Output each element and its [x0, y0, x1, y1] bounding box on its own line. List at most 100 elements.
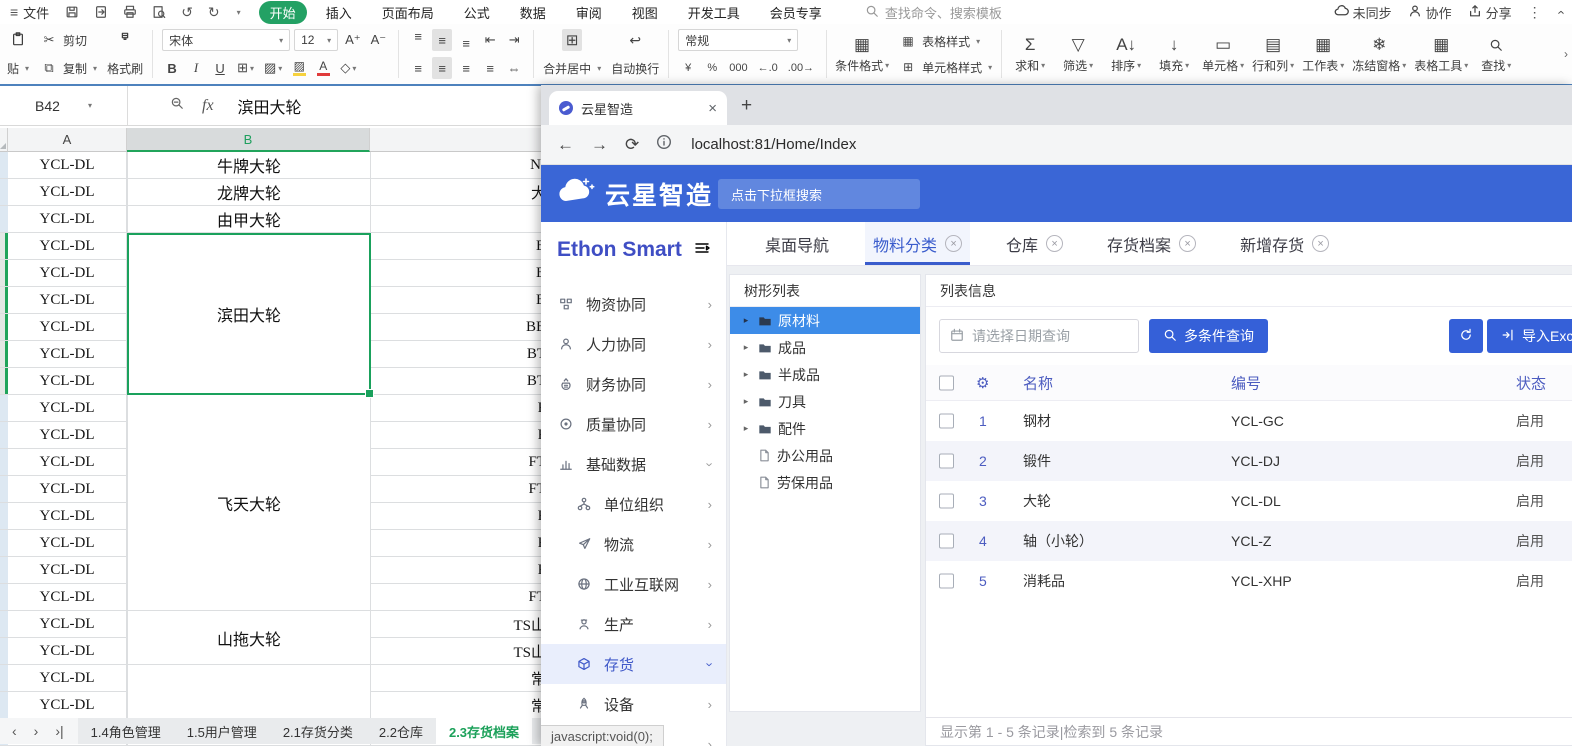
save-icon[interactable] [65, 5, 79, 19]
first-sheet-icon[interactable]: ‹ [12, 723, 17, 739]
select-all-corner[interactable] [0, 128, 8, 152]
font-color-button[interactable]: A [313, 57, 333, 79]
share-button[interactable]: 分享 [1468, 3, 1512, 22]
sidebar-item-物资协同[interactable]: 物资协同› [541, 284, 726, 324]
sheet-tab-2.2仓库[interactable]: 2.2仓库 [366, 718, 436, 744]
back-icon[interactable]: ← [557, 135, 574, 155]
cell-b-merged[interactable]: 由甲大轮 [127, 206, 371, 233]
row-header[interactable] [0, 179, 8, 205]
menu-tab-视图[interactable]: 视图 [621, 1, 669, 24]
last-sheet-icon[interactable]: ›| [55, 723, 63, 739]
tree-item-半成品[interactable]: ▸半成品 [730, 361, 920, 388]
row-header[interactable] [0, 449, 8, 475]
cell-c[interactable]: F [371, 422, 546, 448]
spreadsheet-grid[interactable]: YCL-DL NI YCL-DL 大 YCL-DL ( YCL-DL B YCL-DL B YCL-… [0, 152, 560, 746]
cut-button[interactable]: ✂剪切 [39, 28, 97, 53]
cell-a[interactable]: YCL-DL [8, 422, 127, 448]
row-header[interactable] [0, 557, 8, 583]
ribbon-expand-icon[interactable]: › [1560, 27, 1572, 81]
import-excel-button[interactable]: 导入Excel [1487, 319, 1572, 353]
cell-c[interactable]: B [371, 233, 546, 259]
decrease-font-button[interactable]: A⁻ [368, 29, 390, 51]
increase-font-button[interactable]: A⁺ [342, 29, 364, 51]
table-row[interactable]: 3大轮YCL-DL启用 [926, 481, 1572, 521]
name-box[interactable]: B42 ▾ [0, 86, 128, 125]
cell-c[interactable]: TS山 [371, 611, 546, 637]
menu-tab-公式[interactable]: 公式 [453, 1, 501, 24]
tree-item-原材料[interactable]: ▸原材料 [730, 307, 920, 334]
cell-c[interactable]: B [371, 260, 546, 286]
distribute-icon[interactable]: ⇔ [504, 57, 524, 79]
table-style-button[interactable]: ▦表格样式▾ [898, 30, 992, 52]
column-header-name[interactable]: 名称 [1023, 372, 1053, 393]
select-all-checkbox[interactable] [939, 375, 954, 390]
cell-a[interactable]: YCL-DL [8, 368, 127, 394]
sidebar-item-财务协同[interactable]: 财务协同› [541, 364, 726, 404]
menu-tab-开发工具[interactable]: 开发工具 [677, 1, 751, 24]
cell-c[interactable]: 常 [371, 665, 546, 691]
cell-c[interactable]: TS山 [371, 638, 546, 664]
menu-tab-数据[interactable]: 数据 [509, 1, 557, 24]
tab-物料分类[interactable]: 物料分类× [865, 222, 970, 265]
排序-button[interactable]: A↓排序▾ [1102, 27, 1150, 81]
sidebar-item-单位组织[interactable]: 单位组织› [541, 484, 726, 524]
row-header[interactable] [0, 422, 8, 448]
sidebar-item-工业互联网[interactable]: 工业互联网› [541, 564, 726, 604]
zoom-magnifier-icon[interactable] [170, 96, 184, 115]
number-format-select[interactable]: 常规▾ [678, 29, 798, 51]
copy-button[interactable]: ⧉复制▾ [39, 56, 97, 81]
file-menu[interactable]: ≡ 文件 [10, 3, 49, 22]
new-tab-icon[interactable]: + [741, 95, 752, 117]
refresh-button[interactable] [1449, 319, 1483, 353]
tab-桌面导航[interactable]: 桌面导航 [757, 222, 837, 265]
column-header-code[interactable]: 编号 [1231, 372, 1261, 393]
row-header[interactable] [0, 287, 8, 313]
font-size-select[interactable]: 12▾ [294, 29, 338, 51]
cell-c[interactable]: 大 [371, 179, 546, 205]
cell-a[interactable]: YCL-DL [8, 449, 127, 475]
collaborate-button[interactable]: 协作 [1408, 3, 1452, 22]
justify-icon[interactable]: ≡ [480, 57, 500, 79]
row-checkbox[interactable] [939, 454, 954, 469]
undo-icon[interactable]: ↺ [181, 4, 193, 21]
row-header[interactable] [0, 503, 8, 529]
cell-a[interactable]: YCL-DL [8, 206, 127, 232]
cell-a[interactable]: YCL-DL [8, 233, 127, 259]
tab-close-icon[interactable]: × [1046, 235, 1063, 252]
cell-c[interactable]: F [371, 530, 546, 556]
command-search[interactable]: 查找命令、搜索模板 [865, 3, 1002, 22]
cell-c[interactable]: ( [371, 206, 546, 232]
sheet-tab-2.3存货档案[interactable]: 2.3存货档案 [436, 718, 532, 744]
row-header[interactable] [0, 476, 8, 502]
cell-c[interactable]: F [371, 395, 546, 421]
redo-icon[interactable]: ↻ [208, 4, 220, 21]
wrap-text-button[interactable]: ↩ 自动换行 [606, 27, 664, 81]
cell-a[interactable]: YCL-DL [8, 584, 127, 610]
quick-access-dropdown-icon[interactable]: ▾ [237, 8, 241, 17]
cell-c[interactable]: NI [371, 152, 546, 178]
shading-button[interactable]: ▨▾ [261, 57, 285, 79]
row-header[interactable] [0, 152, 8, 178]
row-header[interactable] [0, 341, 8, 367]
行和列-button[interactable]: ▤行和列▾ [1248, 27, 1298, 81]
cell-c[interactable]: BT [371, 341, 546, 367]
number-tool-000[interactable]: 000 [726, 57, 750, 79]
gear-icon[interactable]: ⚙ [976, 374, 989, 392]
borders-button[interactable]: ⊞▾ [234, 57, 257, 79]
单元格-button[interactable]: ▭单元格▾ [1198, 27, 1248, 81]
merge-center-button[interactable]: ⊞ 合并居中▾ [538, 27, 606, 81]
sheet-tab-1.5用户管理[interactable]: 1.5用户管理 [174, 718, 270, 744]
cell-a[interactable]: YCL-DL [8, 557, 127, 583]
cell-a[interactable]: YCL-DL [8, 287, 127, 313]
tab-存货档案[interactable]: 存货档案× [1099, 222, 1204, 265]
table-row[interactable]: 4轴（小轮）YCL-Z启用 [926, 521, 1572, 561]
cell-a[interactable]: YCL-DL [8, 611, 127, 637]
row-header[interactable] [0, 260, 8, 286]
cell-b-merged[interactable]: 山拖大轮 [127, 611, 371, 665]
冻结窗格-button[interactable]: ❄冻结窗格▾ [1348, 27, 1410, 81]
align-right-icon[interactable]: ≡ [456, 57, 476, 79]
cell-a[interactable]: YCL-DL [8, 395, 127, 421]
row-checkbox[interactable] [939, 414, 954, 429]
increase-indent-icon[interactable]: ⇥ [504, 29, 524, 51]
tree-item-劳保用品[interactable]: 劳保用品 [730, 469, 920, 496]
